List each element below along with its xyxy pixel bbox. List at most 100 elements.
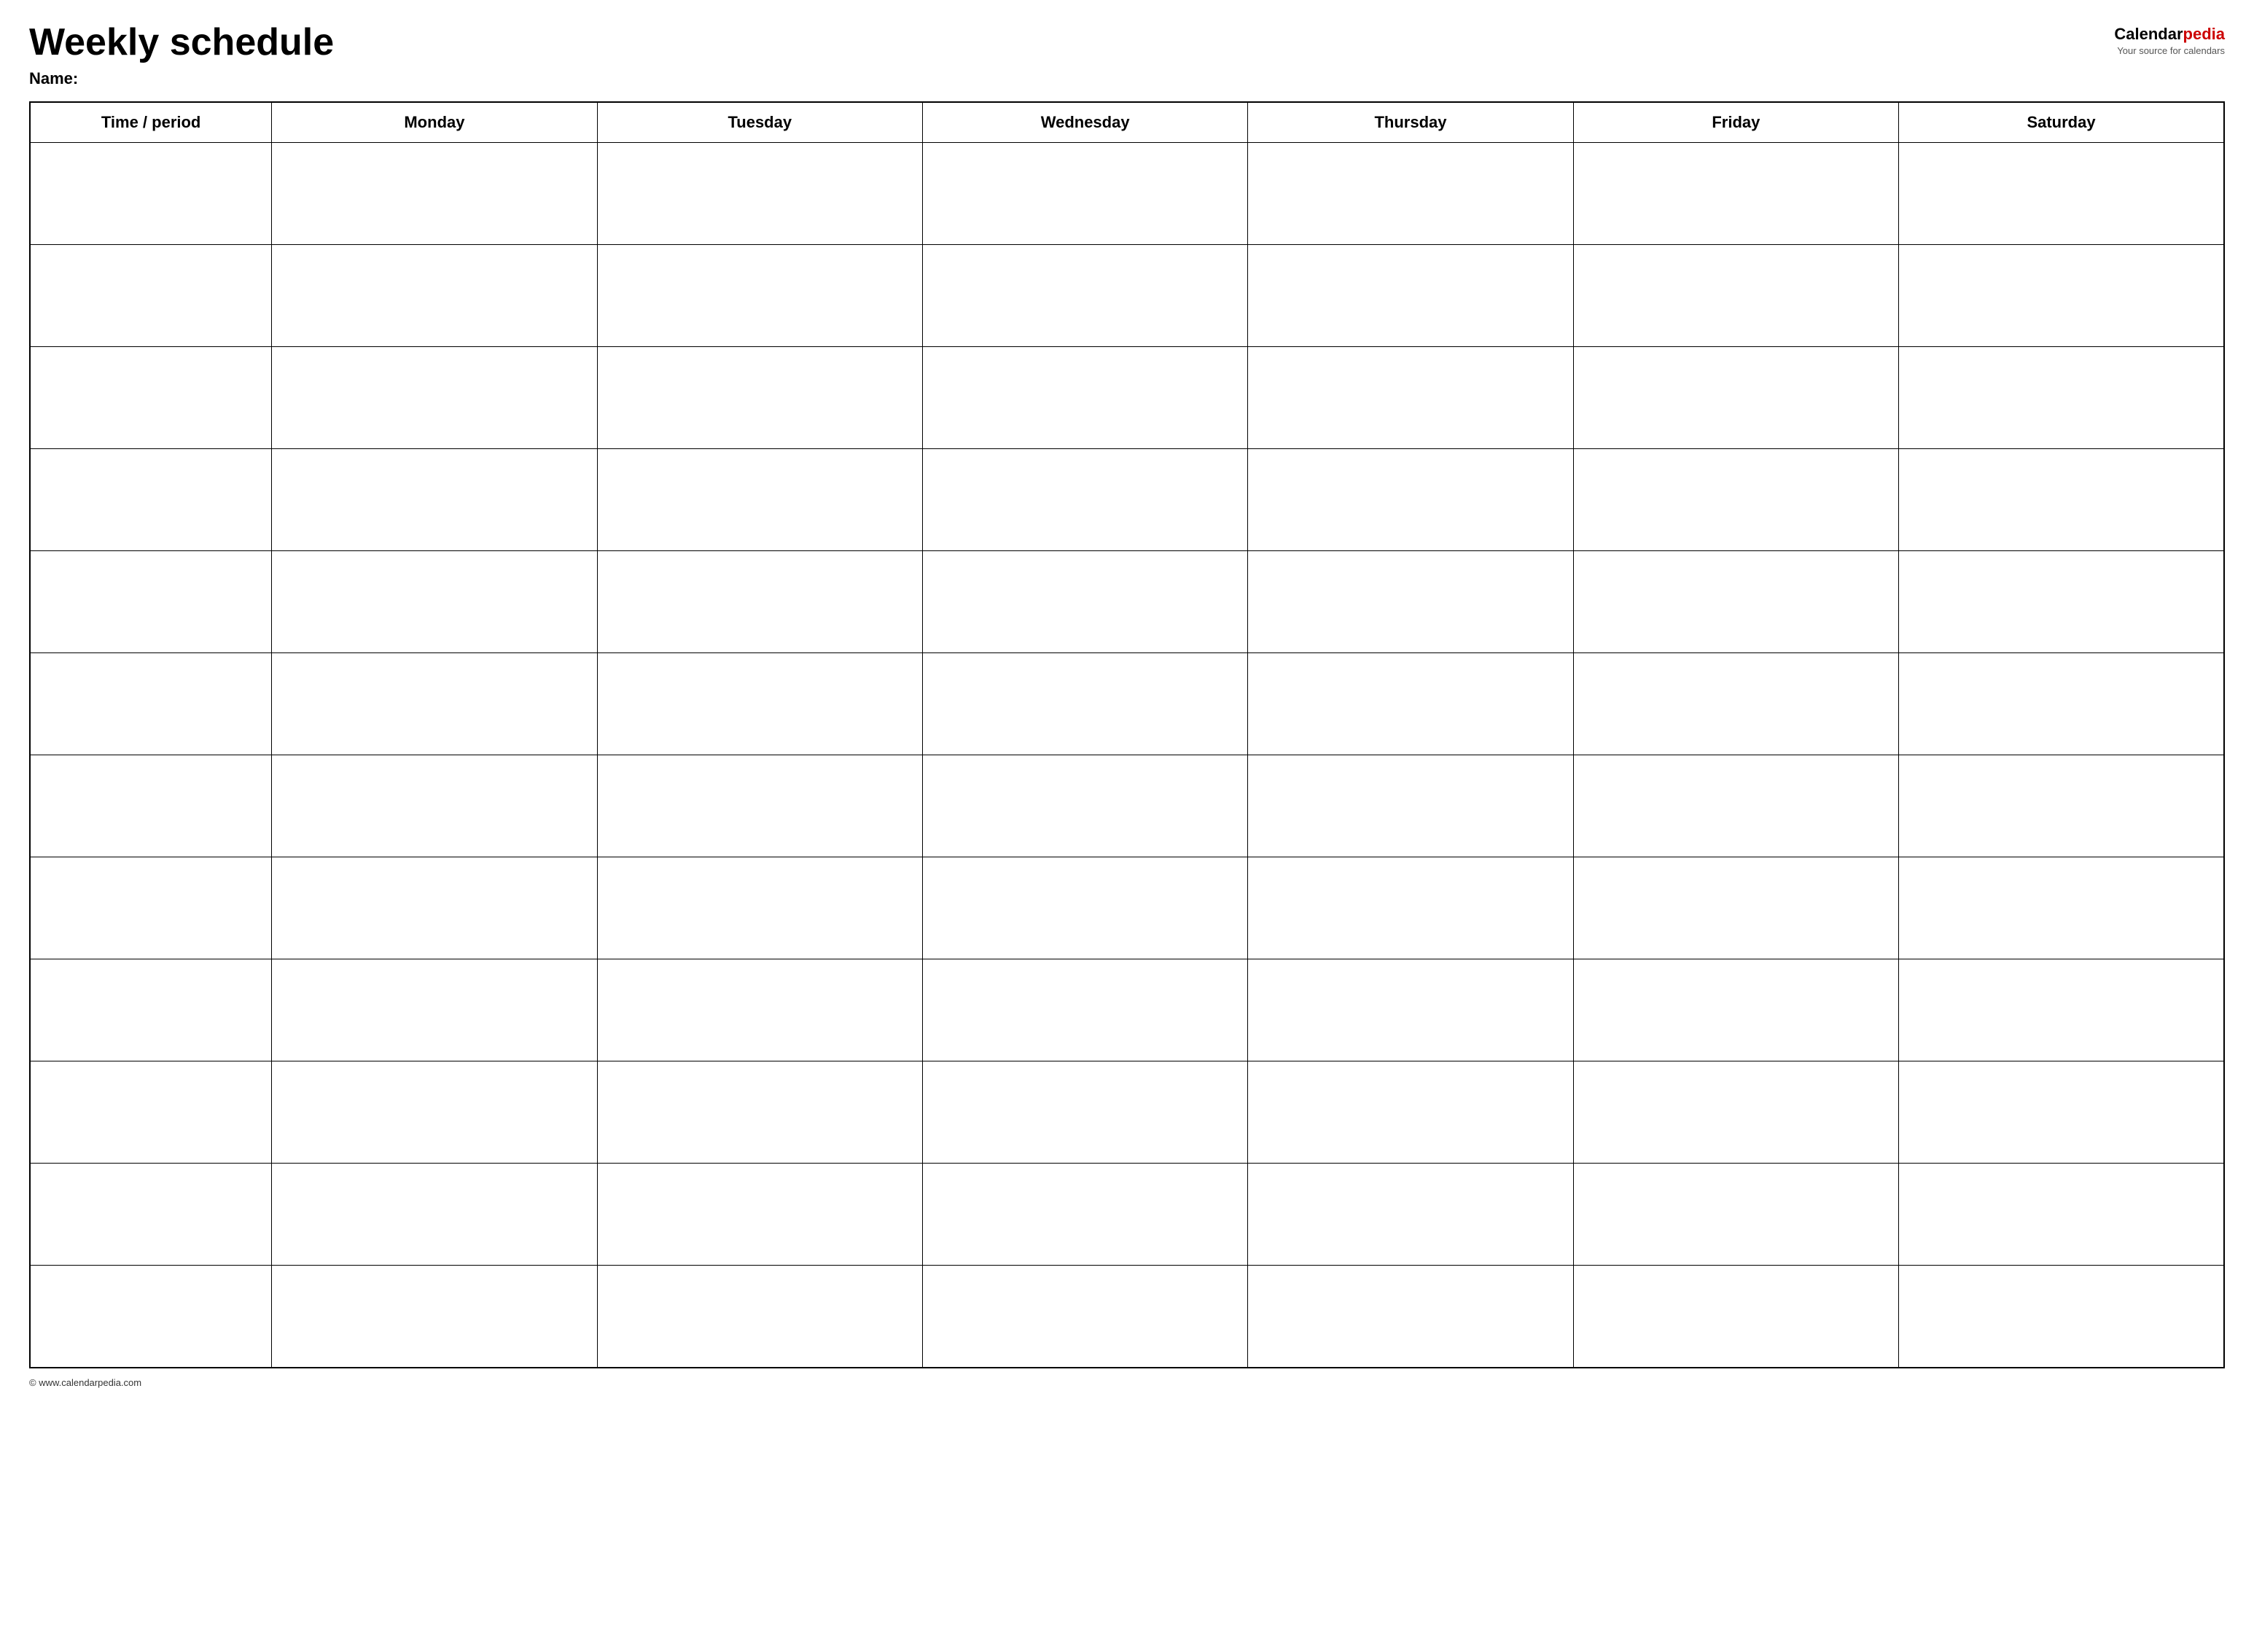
day-cell bbox=[1899, 1164, 2224, 1266]
day-cell bbox=[272, 653, 597, 755]
day-cell bbox=[1248, 857, 1573, 959]
day-cell bbox=[272, 755, 597, 857]
col-header-thursday: Thursday bbox=[1248, 102, 1573, 143]
day-cell bbox=[1899, 347, 2224, 449]
day-cell bbox=[922, 959, 1247, 1061]
day-cell bbox=[1899, 1266, 2224, 1368]
time-cell bbox=[30, 1061, 272, 1164]
day-cell bbox=[597, 1164, 922, 1266]
day-cell bbox=[1248, 653, 1573, 755]
day-cell bbox=[1573, 755, 1898, 857]
day-cell bbox=[922, 1061, 1247, 1164]
day-cell bbox=[272, 1266, 597, 1368]
col-header-saturday: Saturday bbox=[1899, 102, 2224, 143]
schedule-table: Time / period Monday Tuesday Wednesday T… bbox=[29, 101, 2225, 1368]
logo-tagline: Your source for calendars bbox=[2117, 45, 2225, 56]
table-row bbox=[30, 551, 2224, 653]
table-row bbox=[30, 857, 2224, 959]
day-cell bbox=[1899, 551, 2224, 653]
day-cell bbox=[272, 347, 597, 449]
day-cell bbox=[1573, 857, 1898, 959]
table-row bbox=[30, 1164, 2224, 1266]
day-cell bbox=[922, 245, 1247, 347]
day-cell bbox=[922, 755, 1247, 857]
day-cell bbox=[597, 1266, 922, 1368]
day-cell bbox=[597, 1061, 922, 1164]
table-row bbox=[30, 959, 2224, 1061]
day-cell bbox=[1573, 653, 1898, 755]
table-row bbox=[30, 653, 2224, 755]
logo-calendar: Calendar bbox=[2114, 25, 2183, 43]
day-cell bbox=[597, 755, 922, 857]
logo-section: Calendarpedia Your source for calendars bbox=[2114, 25, 2225, 56]
table-row bbox=[30, 755, 2224, 857]
day-cell bbox=[1248, 347, 1573, 449]
day-cell bbox=[597, 959, 922, 1061]
day-cell bbox=[1573, 551, 1898, 653]
day-cell bbox=[1573, 959, 1898, 1061]
day-cell bbox=[1248, 959, 1573, 1061]
day-cell bbox=[1248, 1164, 1573, 1266]
time-cell bbox=[30, 347, 272, 449]
day-cell bbox=[1573, 449, 1898, 551]
table-header-row: Time / period Monday Tuesday Wednesday T… bbox=[30, 102, 2224, 143]
day-cell bbox=[272, 857, 597, 959]
time-cell bbox=[30, 857, 272, 959]
day-cell bbox=[1573, 143, 1898, 245]
day-cell bbox=[1248, 449, 1573, 551]
day-cell bbox=[1248, 143, 1573, 245]
day-cell bbox=[1248, 1061, 1573, 1164]
day-cell bbox=[922, 551, 1247, 653]
day-cell bbox=[1899, 1061, 2224, 1164]
day-cell bbox=[1248, 245, 1573, 347]
col-header-monday: Monday bbox=[272, 102, 597, 143]
day-cell bbox=[1573, 1061, 1898, 1164]
day-cell bbox=[1899, 143, 2224, 245]
col-header-wednesday: Wednesday bbox=[922, 102, 1247, 143]
day-cell bbox=[597, 551, 922, 653]
col-header-friday: Friday bbox=[1573, 102, 1898, 143]
day-cell bbox=[1573, 347, 1898, 449]
day-cell bbox=[597, 245, 922, 347]
time-cell bbox=[30, 653, 272, 755]
time-cell bbox=[30, 245, 272, 347]
title-section: Weekly schedule Name: bbox=[29, 22, 334, 88]
time-cell bbox=[30, 551, 272, 653]
day-cell bbox=[922, 143, 1247, 245]
day-cell bbox=[1899, 653, 2224, 755]
time-cell bbox=[30, 449, 272, 551]
day-cell bbox=[597, 653, 922, 755]
day-cell bbox=[922, 1164, 1247, 1266]
table-row bbox=[30, 1061, 2224, 1164]
footer: © www.calendarpedia.com bbox=[29, 1377, 2225, 1388]
page-title: Weekly schedule bbox=[29, 22, 334, 63]
day-cell bbox=[922, 1266, 1247, 1368]
day-cell bbox=[1899, 959, 2224, 1061]
table-row bbox=[30, 347, 2224, 449]
time-cell bbox=[30, 959, 272, 1061]
day-cell bbox=[272, 245, 597, 347]
day-cell bbox=[1573, 1266, 1898, 1368]
day-cell bbox=[1248, 755, 1573, 857]
table-row bbox=[30, 1266, 2224, 1368]
day-cell bbox=[1248, 551, 1573, 653]
footer-text: © www.calendarpedia.com bbox=[29, 1377, 141, 1388]
day-cell bbox=[1899, 755, 2224, 857]
table-row bbox=[30, 245, 2224, 347]
time-cell bbox=[30, 1164, 272, 1266]
day-cell bbox=[597, 347, 922, 449]
col-header-time: Time / period bbox=[30, 102, 272, 143]
day-cell bbox=[922, 653, 1247, 755]
day-cell bbox=[922, 857, 1247, 959]
table-row bbox=[30, 449, 2224, 551]
header-area: Weekly schedule Name: Calendarpedia Your… bbox=[29, 22, 2225, 88]
time-cell bbox=[30, 755, 272, 857]
day-cell bbox=[272, 959, 597, 1061]
day-cell bbox=[1899, 245, 2224, 347]
time-cell bbox=[30, 1266, 272, 1368]
col-header-tuesday: Tuesday bbox=[597, 102, 922, 143]
name-label: Name: bbox=[29, 69, 334, 88]
day-cell bbox=[597, 857, 922, 959]
day-cell bbox=[272, 143, 597, 245]
logo-text: Calendarpedia bbox=[2114, 25, 2225, 44]
